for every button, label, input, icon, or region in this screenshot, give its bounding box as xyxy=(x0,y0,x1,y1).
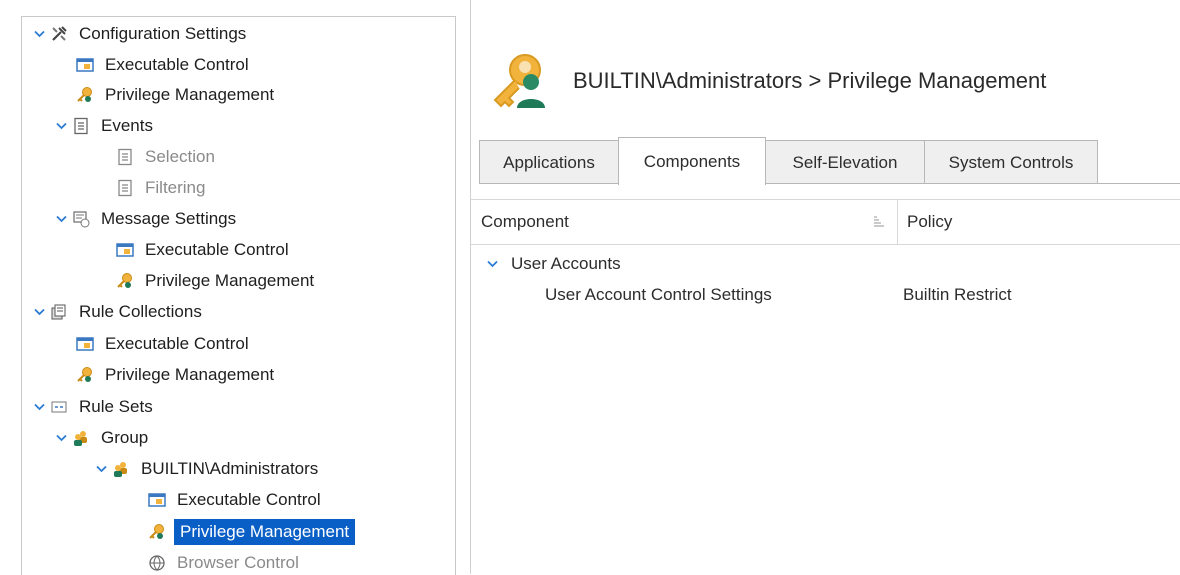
chevron-down-icon[interactable] xyxy=(32,308,46,316)
rule-collections-icon xyxy=(50,303,68,321)
message-icon xyxy=(72,210,90,228)
tools-icon xyxy=(50,25,68,43)
chevron-down-icon[interactable] xyxy=(54,434,68,442)
tree-item-filtering[interactable]: Filtering xyxy=(116,173,208,203)
tab-applications[interactable]: Applications xyxy=(479,140,619,185)
tree-item-rule-collections[interactable]: Rule Collections xyxy=(32,297,205,327)
privilege-key-icon xyxy=(76,86,94,104)
grid-header: Component Policy xyxy=(471,199,1180,245)
tree-item-ms-executable-control[interactable]: Executable Control xyxy=(116,235,292,265)
privilege-management-icon xyxy=(487,52,551,110)
privilege-key-icon xyxy=(76,366,94,384)
globe-icon xyxy=(148,554,166,572)
column-header-policy[interactable]: Policy xyxy=(907,212,952,232)
chevron-down-icon[interactable] xyxy=(94,465,108,473)
tab-components[interactable]: Components xyxy=(618,137,766,185)
page-title: BUILTIN\Administrators > Privilege Manag… xyxy=(573,68,1047,93)
tree-item-ba-privilege-management[interactable]: Privilege Management xyxy=(148,517,356,547)
chevron-down-icon[interactable] xyxy=(32,30,46,38)
row-component-cell: User Account Control Settings xyxy=(545,285,772,304)
document-icon xyxy=(116,179,134,197)
table-row[interactable]: User Account Control Settings xyxy=(545,283,772,307)
tree-item-ms-privilege-management[interactable]: Privilege Management xyxy=(116,266,317,296)
tab-system-controls[interactable]: System Controls xyxy=(924,140,1098,185)
events-icon xyxy=(72,117,90,135)
tree-item-rc-privilege-management[interactable]: Privilege Management xyxy=(76,360,277,390)
tree-item-ba-browser-control[interactable]: Browser Control xyxy=(148,548,302,575)
chevron-down-icon[interactable] xyxy=(54,215,68,223)
details-pane: BUILTIN\Administrators > Privilege Manag… xyxy=(470,0,1180,574)
row-policy-cell[interactable]: Builtin Restrict xyxy=(903,283,1012,307)
executable-control-icon xyxy=(116,241,134,259)
tree-item-group[interactable]: Group xyxy=(54,423,151,453)
column-divider[interactable] xyxy=(897,200,898,244)
tree-item-builtin-administrators[interactable]: BUILTIN\Administrators xyxy=(94,454,321,484)
executable-control-icon xyxy=(76,56,94,74)
tree-item-rc-executable-control[interactable]: Executable Control xyxy=(76,329,252,359)
group-row-user-accounts[interactable]: User Accounts xyxy=(485,252,621,276)
group-users-icon xyxy=(112,460,130,478)
tree-item-message-settings[interactable]: Message Settings xyxy=(54,204,239,234)
tab-strip: Applications Components Self-Elevation S… xyxy=(479,137,1098,185)
tree-item-cs-privilege-management[interactable]: Privilege Management xyxy=(76,80,277,110)
chevron-down-icon[interactable] xyxy=(54,122,68,130)
tree-item-configuration-settings[interactable]: Configuration Settings xyxy=(32,19,249,49)
components-grid: Component Policy User Accounts User Acco… xyxy=(471,184,1180,574)
privilege-key-icon xyxy=(148,523,166,541)
executable-control-icon xyxy=(148,491,166,509)
chevron-down-icon[interactable] xyxy=(32,403,46,411)
group-label: User Accounts xyxy=(511,254,621,273)
rule-sets-icon xyxy=(50,398,68,416)
navigation-tree: Configuration Settings Executable Contro… xyxy=(21,16,456,575)
tab-self-elevation[interactable]: Self-Elevation xyxy=(765,140,925,185)
tree-item-events[interactable]: Events xyxy=(54,111,156,141)
chevron-down-icon[interactable] xyxy=(485,260,499,268)
tree-item-selection[interactable]: Selection xyxy=(116,142,218,172)
group-users-icon xyxy=(72,429,90,447)
privilege-key-icon xyxy=(116,272,134,290)
tree-item-cs-executable-control[interactable]: Executable Control xyxy=(76,50,252,80)
sort-icon[interactable] xyxy=(873,213,885,227)
document-icon xyxy=(116,148,134,166)
executable-control-icon xyxy=(76,335,94,353)
tree-item-rule-sets[interactable]: Rule Sets xyxy=(32,392,156,422)
column-header-component[interactable]: Component xyxy=(481,212,569,232)
tree-item-ba-executable-control[interactable]: Executable Control xyxy=(148,485,324,515)
